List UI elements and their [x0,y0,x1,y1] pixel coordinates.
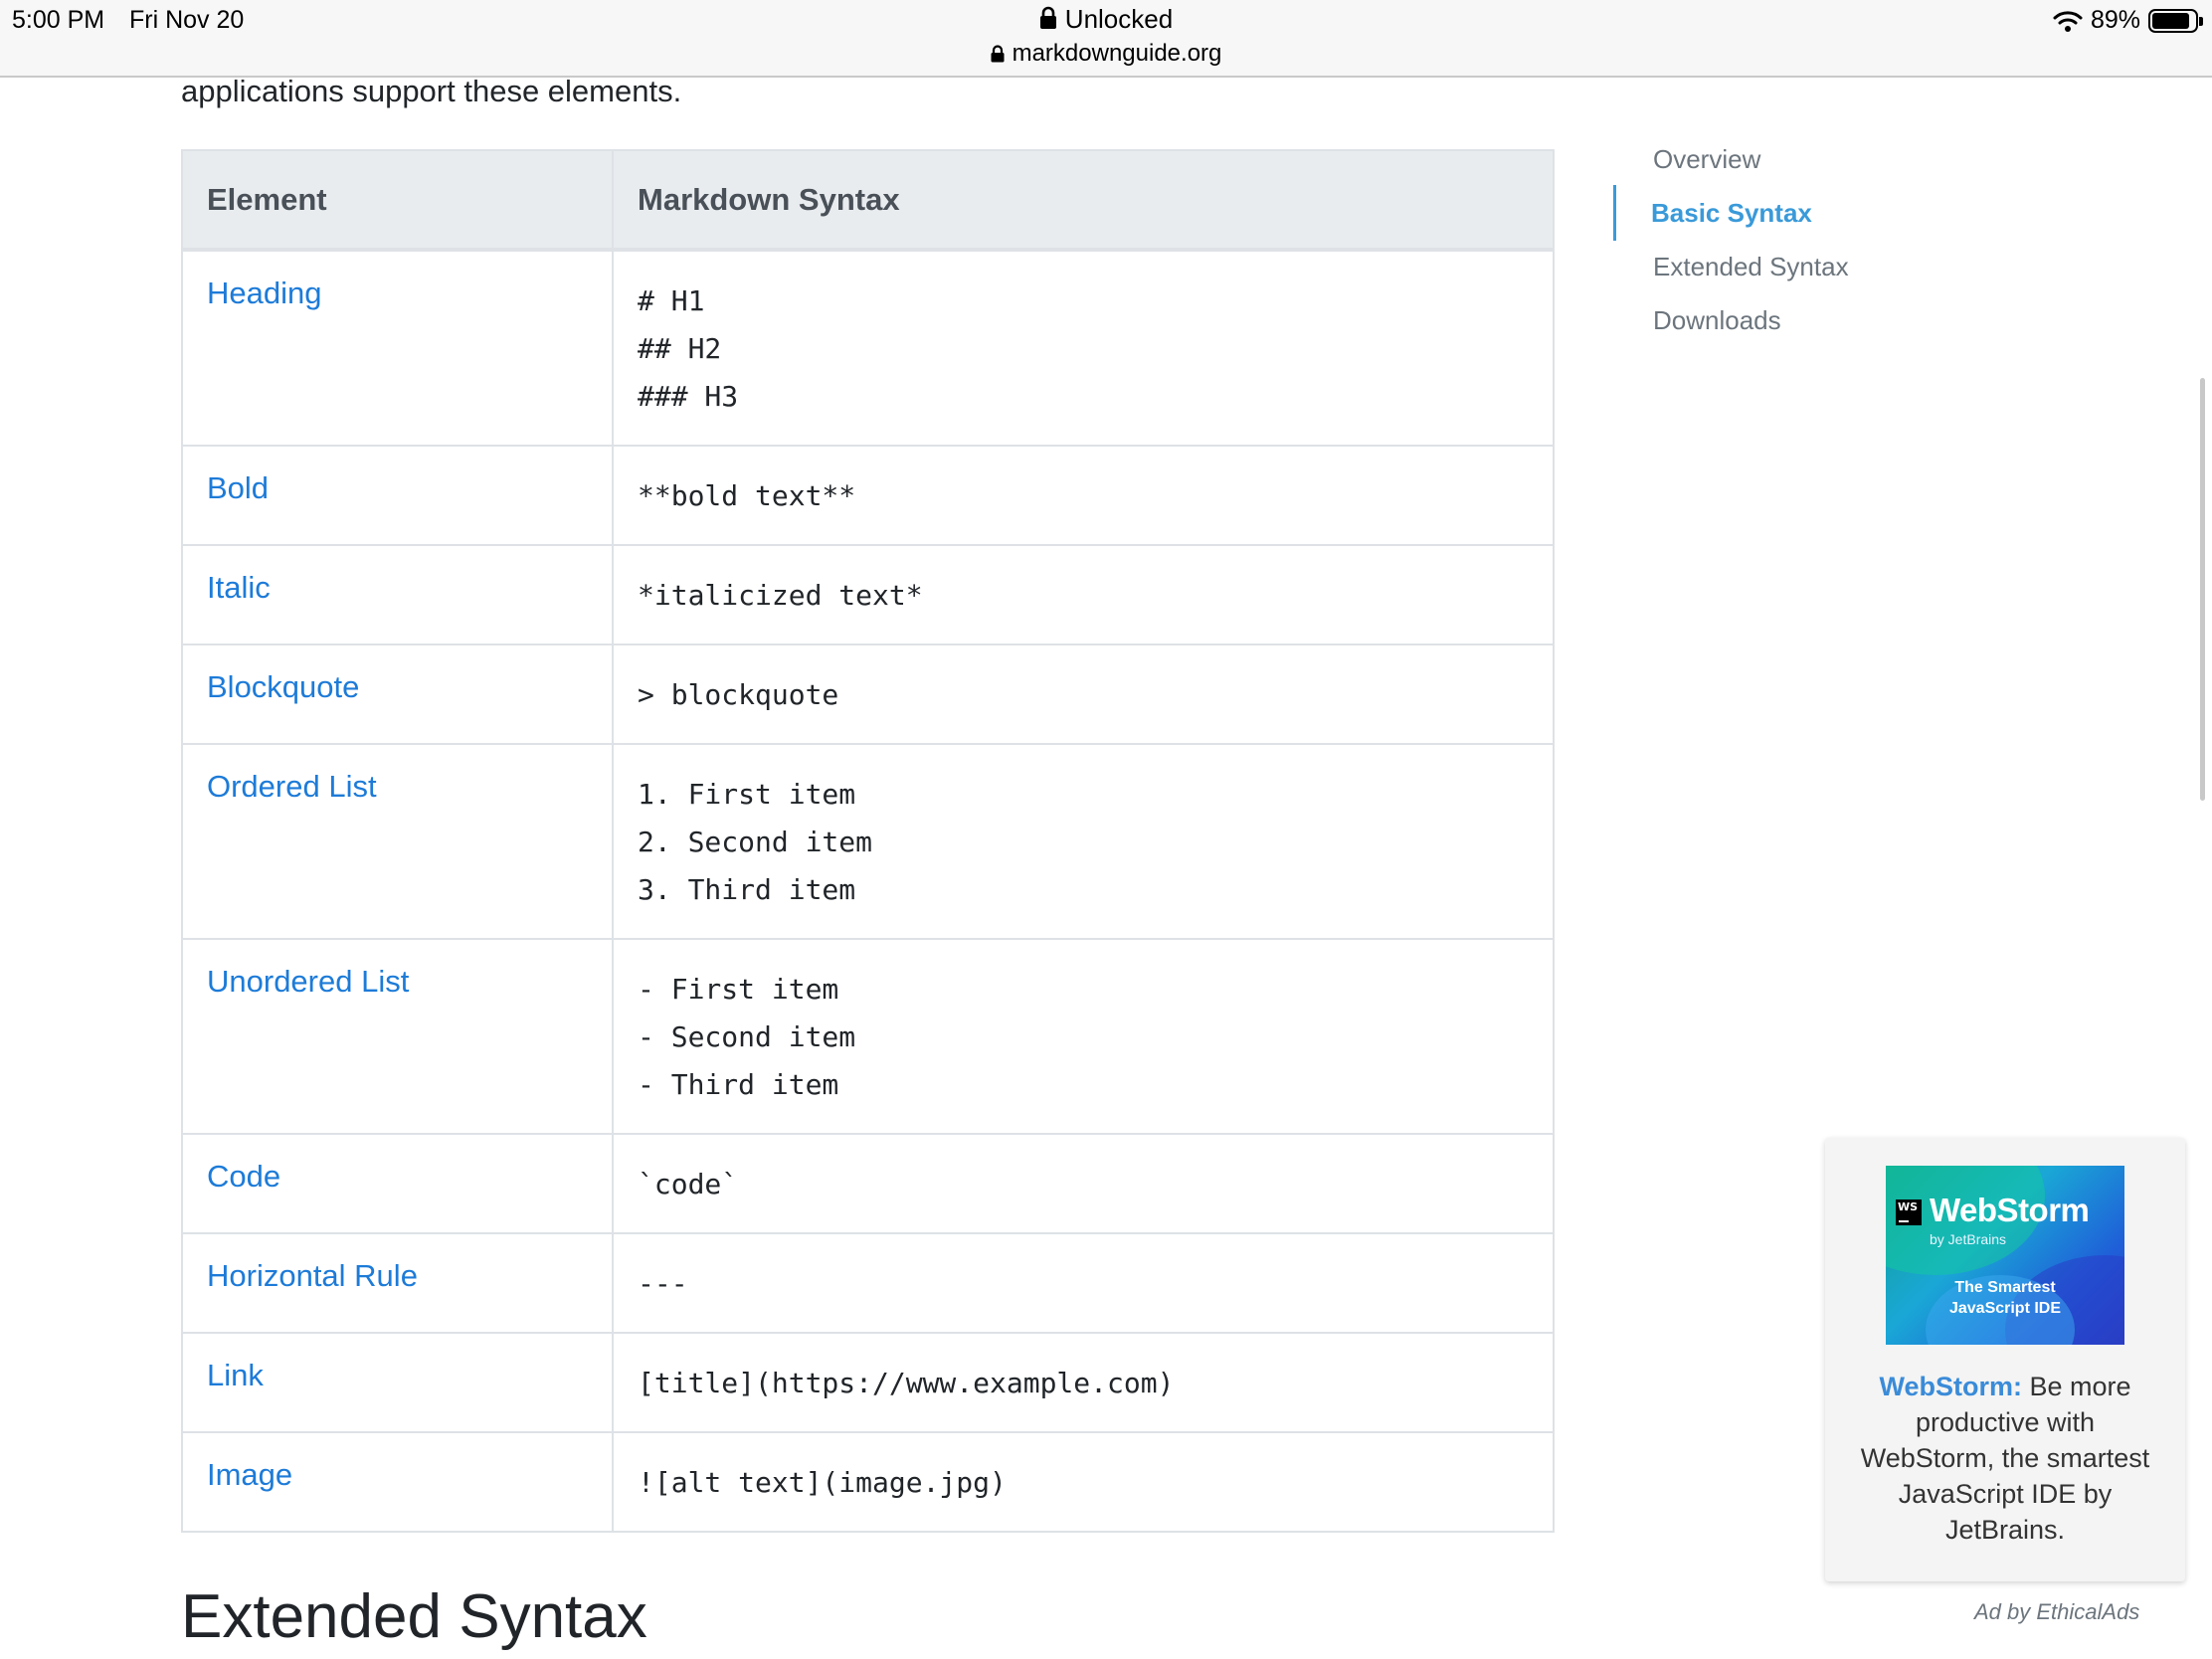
syntax-line: 2. Second item [638,826,873,858]
secure-lock-icon [991,45,1005,63]
element-link[interactable]: Bold [207,470,269,505]
toc-item-downloads[interactable]: Downloads [1613,300,1849,354]
element-cell: Link [181,1332,614,1433]
table-row: Bold **bold text** [181,445,1555,546]
table-row: Italic *italicized text* [181,544,1555,645]
ad-image-by: by JetBrains [1930,1231,2007,1247]
syntax-line: 1. First item [638,778,856,811]
element-link[interactable]: Horizontal Rule [207,1258,418,1293]
syntax-cell: # H1 ## H2 ### H3 [612,249,1555,447]
syntax-line: 3. Third item [638,873,856,906]
syntax-line: ## H2 [638,332,722,365]
syntax-cell: *italicized text* [612,544,1555,645]
syntax-cell: > blockquote [612,644,1555,745]
ad-copy[interactable]: WebStorm: Be more productive with WebSto… [1845,1369,2165,1548]
wifi-icon [2053,10,2083,32]
toc-item-basic-syntax[interactable]: Basic Syntax [1613,185,1849,247]
syntax-line: # H1 [638,284,705,317]
element-cell: Italic [181,544,614,645]
table-row: Ordered List 1. First item 2. Second item 3… [181,743,1555,940]
syntax-cell: **bold text** [612,445,1555,546]
syntax-cell: `code` [612,1133,1555,1234]
table-header-row: Element Markdown Syntax [181,149,1555,252]
table-row: Heading # H1 ## H2 ### H3 [181,249,1555,447]
table-of-contents: Overview Basic Syntax Extended Syntax Downl… [1613,139,1849,354]
syntax-cell: 1. First item 2. Second item 3. Third item [612,743,1555,940]
column-header-element: Element [181,149,614,252]
url-text: markdownguide.org [1012,40,1222,67]
element-link[interactable]: Blockquote [207,669,359,704]
syntax-line: - Second item [638,1020,856,1053]
element-cell: Horizontal Rule [181,1232,614,1334]
lock-icon [1039,6,1056,29]
syntax-cell: --- [612,1232,1555,1334]
element-link[interactable]: Link [207,1358,264,1392]
syntax-line: > blockquote [638,678,839,711]
element-cell: Blockquote [181,644,614,745]
status-right: 89% [2053,6,2203,35]
syntax-cell: [title](https://www.example.com) [612,1332,1555,1433]
section-heading: Extended Syntax [181,1582,647,1651]
element-cell: Ordered List [181,743,614,940]
webstorm-logo-icon: WS [1896,1199,1922,1225]
syntax-line: `code` [638,1168,739,1200]
toc-item-overview[interactable]: Overview [1613,139,1849,193]
syntax-line: ### H3 [638,380,739,413]
status-bar: 5:00 PM Fri Nov 20 Unlocked markdownguid… [0,0,2212,78]
table-body: Heading # H1 ## H2 ### H3 Bold **bold text** I… [181,249,1555,1533]
syntax-cell: - First item - Second item - Third item [612,938,1555,1135]
ad-image[interactable]: WS WebStorm by JetBrains The Smartest Ja… [1886,1166,2124,1345]
table-row: Blockquote > blockquote [181,644,1555,745]
syntax-line: ![alt text](image.jpg) [638,1466,1007,1499]
element-link[interactable]: Unordered List [207,964,409,999]
ad-box[interactable]: WS WebStorm by JetBrains The Smartest Ja… [1825,1138,2185,1581]
element-cell: Image [181,1431,614,1533]
element-link[interactable]: Code [207,1159,280,1194]
table-row: Link [title](https://www.example.com) [181,1332,1555,1433]
syntax-line: *italicized text* [638,579,923,612]
column-header-syntax: Markdown Syntax [612,149,1555,252]
syntax-line: - Third item [638,1068,839,1101]
element-link[interactable]: Ordered List [207,769,377,804]
table-row: Code `code` [181,1133,1555,1234]
table-row: Image ![alt text](image.jpg) [181,1431,1555,1533]
element-link[interactable]: Heading [207,276,321,310]
lock-status: Unlocked [0,4,2212,35]
ad-credit[interactable]: Ad by EthicalAds [1974,1599,2139,1625]
syntax-line: **bold text** [638,479,856,512]
address-bar[interactable]: markdownguide.org [0,40,2212,68]
ad-headline[interactable]: WebStorm: [1879,1372,2022,1401]
syntax-line: --- [638,1267,688,1300]
table-row: Unordered List - First item - Second item -… [181,938,1555,1135]
ad-image-tagline: The Smartest JavaScript IDE [1948,1279,2062,1317]
toc-item-extended-syntax[interactable]: Extended Syntax [1613,247,1849,300]
element-link[interactable]: Italic [207,570,271,605]
element-cell: Heading [181,249,614,447]
table-row: Horizontal Rule --- [181,1232,1555,1334]
syntax-line: - First item [638,973,839,1006]
element-link[interactable]: Image [207,1457,292,1492]
ad-image-brand: WebStorm [1930,1192,2090,1228]
battery-icon [2148,8,2203,33]
battery-percent: 89% [2090,6,2140,34]
syntax-line: [title](https://www.example.com) [638,1367,1175,1399]
element-cell: Bold [181,445,614,546]
syntax-cell: ![alt text](image.jpg) [612,1431,1555,1533]
intro-text: applications support these elements. [181,74,682,108]
page-scrollbar[interactable] [2200,378,2205,801]
basic-syntax-table: Element Markdown Syntax Heading # H1 ## H2… [181,149,1555,1533]
element-cell: Unordered List [181,938,614,1135]
lock-status-label: Unlocked [1064,4,1174,34]
element-cell: Code [181,1133,614,1234]
